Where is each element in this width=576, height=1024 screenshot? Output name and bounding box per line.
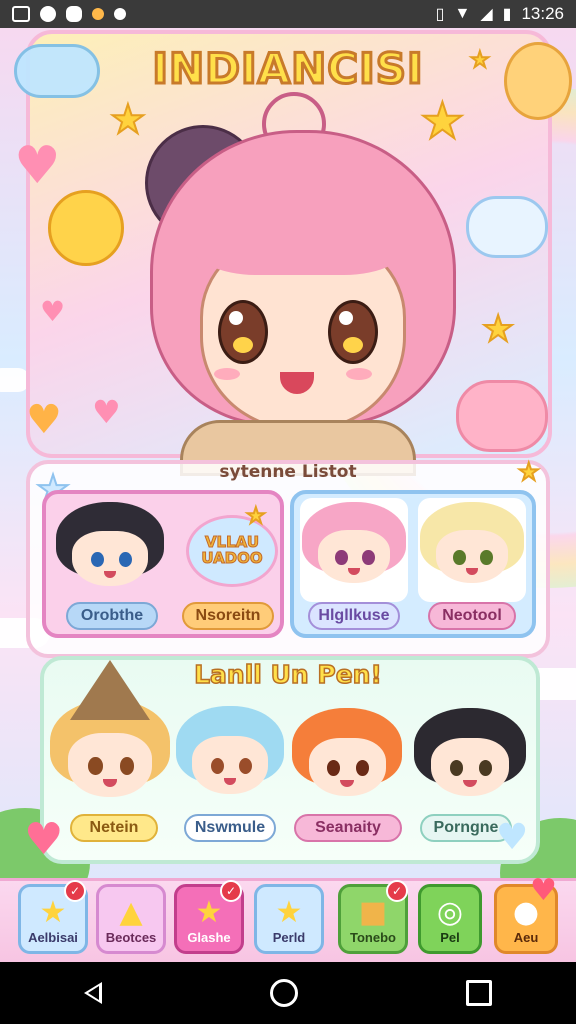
status-bar-left — [12, 6, 126, 22]
tab-perld[interactable]: ★ Perld — [254, 884, 324, 954]
battery-icon: ▮ — [502, 6, 512, 23]
home-icon[interactable] — [270, 979, 298, 1007]
portrait-eye — [90, 551, 104, 568]
star-icon: ★ — [109, 97, 147, 143]
portrait-eye — [88, 757, 103, 775]
portrait-eye — [453, 549, 466, 565]
blush-right — [346, 368, 372, 380]
star-icon: ★ — [245, 504, 267, 529]
portrait-face — [430, 738, 510, 796]
portrait-face — [68, 733, 152, 797]
star-icon: ★ — [275, 895, 303, 930]
heart-icon: ♥ — [92, 393, 121, 431]
character-eye-right — [328, 300, 378, 364]
tab-label: Tonebo — [350, 930, 396, 945]
dot-icon — [114, 8, 126, 20]
image-icon — [12, 6, 30, 22]
vibrate-icon: ▯ — [435, 6, 445, 23]
character-bangs — [190, 165, 410, 275]
featured-panel-title: sytenne Listot — [219, 462, 357, 482]
character-label[interactable]: Seanaity — [294, 814, 402, 842]
tab-label: Aelbisai — [28, 930, 78, 945]
box-icon: ■ — [358, 895, 388, 930]
app-title: INDIANCISI — [151, 43, 424, 95]
portrait-eye — [355, 760, 369, 776]
shield-status-icon — [66, 6, 82, 22]
notification-badge: ✓ — [64, 880, 86, 902]
star-icon: ★ — [195, 895, 223, 930]
star-icon: ★ — [517, 458, 540, 486]
notification-badge: ✓ — [386, 880, 408, 902]
tab-pel[interactable]: ◎ Pel — [418, 884, 482, 954]
heart-icon: ♥ — [26, 397, 62, 443]
portrait-face — [72, 530, 148, 587]
status-time: 13:26 — [521, 4, 564, 23]
pink-blob-icon — [456, 380, 548, 452]
character-portrait[interactable] — [302, 502, 406, 594]
star-icon: ★ — [481, 309, 515, 350]
character-portrait[interactable] — [176, 706, 284, 806]
system-navigation-bar — [0, 962, 576, 1024]
status-bar-right: ▯ ▼ ◢ ▮ 13:26 — [436, 4, 564, 24]
notification-badge: ✓ — [220, 880, 242, 902]
portrait-face — [317, 529, 391, 583]
back-icon[interactable] — [84, 982, 102, 1004]
character-label[interactable]: Nswmule — [184, 814, 276, 842]
dot-icon — [92, 8, 104, 20]
cloud-mascot-icon — [466, 196, 548, 258]
heart-icon: ♥ — [40, 295, 66, 328]
character-portrait[interactable] — [292, 708, 402, 808]
tab-label: Aeu — [513, 930, 539, 945]
tab-label: Beotces — [105, 930, 157, 945]
portrait-eye — [119, 757, 134, 775]
status-bar: ▯ ▼ ◢ ▮ 13:26 — [0, 0, 576, 28]
cat-icon: ▲ — [119, 895, 143, 930]
recent-apps-icon[interactable] — [466, 980, 492, 1006]
portrait-face — [308, 738, 386, 796]
portrait-face — [192, 736, 268, 794]
crown-hat-icon — [70, 660, 150, 720]
ring-icon: ◎ — [436, 895, 464, 930]
portrait-eye — [210, 758, 224, 774]
tab-beotces[interactable]: ▲ Beotces — [96, 884, 166, 954]
portrait-eye — [362, 549, 375, 565]
card-label[interactable]: Neotool — [428, 602, 516, 630]
card-label[interactable]: Hlgllkuse — [308, 602, 400, 630]
heart-icon: ♥ — [496, 817, 529, 858]
portrait-eye — [118, 551, 132, 568]
wifi-icon: ▼ — [454, 5, 471, 22]
character-portrait[interactable] — [420, 502, 524, 594]
portrait-eye — [335, 549, 348, 565]
character-eye-left — [218, 300, 268, 364]
card-label[interactable]: Nsoreitn — [182, 602, 274, 630]
tab-label: Perld — [272, 930, 306, 945]
character-label[interactable]: Netein — [70, 814, 158, 842]
sun-mascot-icon — [48, 190, 124, 266]
character-portrait[interactable] — [414, 708, 526, 808]
heart-icon: ♥ — [530, 873, 557, 908]
signal-icon: ◢ — [480, 6, 493, 23]
portrait-eye — [480, 549, 493, 565]
star-icon: ★ — [39, 895, 67, 930]
portrait-eye — [238, 758, 252, 774]
circle-status-icon — [40, 6, 56, 22]
star-icon: ★ — [419, 92, 466, 150]
card-label[interactable]: Orobthe — [66, 602, 158, 630]
tab-label: Pel — [440, 930, 460, 945]
character-portrait[interactable] — [56, 502, 164, 598]
blush-left — [214, 368, 240, 380]
tab-label: Glashe — [187, 930, 231, 945]
portrait-face — [435, 529, 509, 583]
heart-icon: ♥ — [14, 136, 61, 196]
heart-icon: ♥ — [24, 814, 64, 865]
